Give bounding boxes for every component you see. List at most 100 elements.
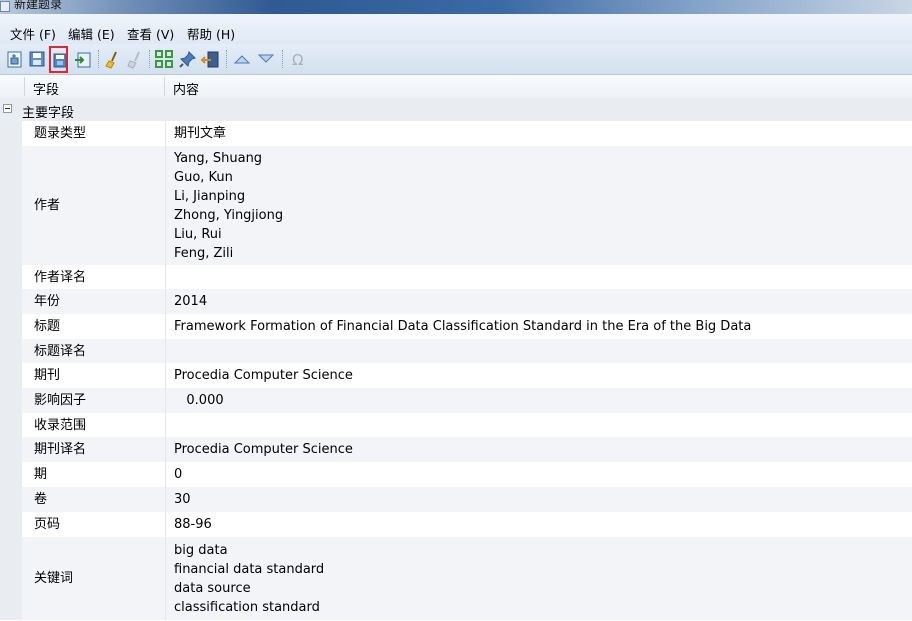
field-label: 期: [34, 467, 48, 482]
field-label: 页码: [34, 517, 61, 532]
value-line: Framework Formation of Financial Data Cl…: [174, 319, 752, 334]
toolbar-separator: [282, 50, 284, 68]
column-divider: [165, 462, 166, 487]
column-divider: [165, 146, 166, 265]
highlight-box: [49, 46, 68, 73]
save-icon[interactable]: [27, 49, 47, 69]
value-line: 30: [174, 492, 191, 507]
header-divider: [24, 77, 25, 96]
column-divider: [165, 487, 166, 512]
table-row[interactable]: 卷 30: [0, 487, 912, 512]
move-down-icon[interactable]: [256, 49, 276, 69]
value-line: Guo, Kun: [174, 169, 233, 185]
menu-bar: 文件 (F) 编辑 (E) 查看 (V) 帮助 (H): [0, 14, 912, 44]
table-row[interactable]: 期刊 Procedia Computer Science: [0, 363, 912, 388]
menu-view[interactable]: 查看 (V): [127, 24, 174, 43]
toolbar-separator: [149, 50, 151, 68]
value-line: data source: [174, 580, 251, 596]
pin-icon[interactable]: [178, 49, 198, 69]
field-label: 期刊: [34, 368, 61, 383]
clean-brush-icon[interactable]: [103, 49, 123, 69]
header-field[interactable]: 字段: [33, 79, 59, 98]
field-value[interactable]: 期刊文章: [174, 124, 226, 143]
field-value[interactable]: 0.000: [174, 391, 224, 410]
field-label: 标题: [34, 319, 61, 334]
header-content[interactable]: 内容: [173, 79, 199, 98]
row-gutter: [0, 388, 22, 413]
clean-disabled-icon[interactable]: [125, 49, 145, 69]
row-gutter: [0, 512, 22, 537]
menu-edit[interactable]: 编辑 (E): [68, 24, 115, 43]
value-line: Liu, Rui: [174, 226, 222, 242]
column-divider: [165, 413, 166, 437]
field-label: 关键词: [34, 571, 74, 586]
field-value[interactable]: Procedia Computer Science: [174, 440, 353, 459]
group-row-main[interactable]: 主要字段: [0, 98, 912, 121]
column-divider: [165, 339, 166, 363]
table-row[interactable]: 作者译名: [0, 265, 912, 289]
collapse-icon[interactable]: [3, 104, 12, 113]
table-row[interactable]: 关键词 big data financial data standard data s…: [0, 537, 912, 620]
field-label: 作者译名: [34, 269, 87, 285]
toolbar-separator: [98, 50, 100, 68]
table-row[interactable]: 期刊译名 Procedia Computer Science: [0, 437, 912, 462]
grid-icon[interactable]: [154, 49, 174, 69]
column-divider: [165, 363, 166, 388]
field-value[interactable]: Framework Formation of Financial Data Cl…: [174, 317, 751, 336]
row-gutter: [0, 363, 22, 388]
table-row[interactable]: 收录范围: [0, 413, 912, 437]
row-gutter: [0, 437, 22, 462]
row-gutter: [0, 339, 22, 363]
omega-icon[interactable]: Ω: [289, 49, 309, 69]
value-line: Feng, Zili: [174, 245, 234, 261]
title-bar: 新建题录: [0, 0, 912, 14]
row-gutter: [0, 462, 22, 487]
table-row[interactable]: 页码 88-96: [0, 512, 912, 537]
field-label: 收录范围: [34, 417, 87, 433]
value-line: 0.000: [174, 393, 224, 408]
table-header: 字段 内容: [0, 75, 912, 99]
svg-text:Ω: Ω: [292, 51, 303, 69]
field-value[interactable]: Procedia Computer Science: [174, 366, 353, 385]
field-value[interactable]: big data financial data standard data sour…: [174, 541, 324, 617]
close-record-icon[interactable]: [200, 49, 220, 69]
toolbar-separator: [226, 50, 228, 68]
table-row[interactable]: 标题译名: [0, 339, 912, 363]
value-line: classification standard: [174, 599, 320, 615]
field-value[interactable]: 88-96: [174, 515, 212, 534]
field-value[interactable]: 0: [174, 465, 182, 484]
table-row[interactable]: 题录类型 期刊文章: [0, 121, 912, 146]
column-divider: [165, 512, 166, 537]
export-icon[interactable]: [73, 49, 93, 69]
value-line: Li, Jianping: [174, 188, 246, 204]
field-value[interactable]: 2014: [174, 292, 207, 311]
field-label: 作者: [34, 198, 61, 213]
field-value[interactable]: Yang, Shuang Guo, Kun Li, Jianping Zhong, Y…: [174, 149, 283, 263]
table-row[interactable]: 标题 Framework Formation of Financial Data …: [0, 314, 912, 339]
field-label: 影响因子: [34, 393, 87, 408]
row-gutter: [0, 413, 22, 437]
field-label: 标题译名: [34, 343, 87, 359]
row-gutter: [0, 314, 22, 339]
row-gutter: [0, 146, 22, 265]
row-gutter: [0, 121, 22, 146]
toolbar: Ω: [0, 44, 912, 75]
table-row[interactable]: 期0: [0, 462, 912, 487]
column-divider: [165, 265, 166, 289]
value-line: financial data standard: [174, 561, 325, 577]
menu-file[interactable]: 文件 (F): [10, 24, 56, 43]
table-row[interactable]: 作者 Yang, Shuang Guo, Kun Li, Jianping Zhong,…: [0, 146, 912, 265]
value-line: Procedia Computer Science: [174, 368, 353, 383]
menu-help[interactable]: 帮助 (H): [187, 24, 235, 43]
table-row[interactable]: 年份 2014: [0, 289, 912, 314]
row-gutter: [0, 537, 22, 620]
table-row[interactable]: 影响因子 0.000: [0, 388, 912, 413]
move-up-icon[interactable]: [232, 49, 252, 69]
app-icon: [0, 1, 10, 12]
new-record-icon[interactable]: [5, 49, 25, 69]
value-line: Zhong, Yingjiong: [174, 207, 284, 223]
value-line: 2014: [174, 294, 208, 309]
field-value[interactable]: 30: [174, 490, 191, 509]
column-divider: [165, 437, 166, 462]
column-divider: [165, 121, 166, 146]
